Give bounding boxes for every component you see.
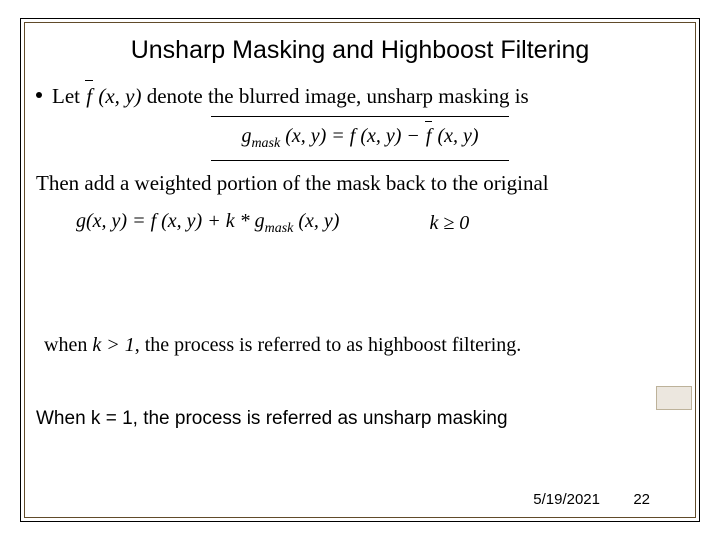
let-prefix: Let — [52, 84, 85, 108]
equation-2: g(x, y) = f (x, y) + k * gmask (x, y) — [76, 208, 339, 239]
highboost-note: when k > 1, the process is referred to a… — [44, 334, 521, 357]
decorative-box — [656, 386, 692, 410]
let-suffix: denote the blurred image, unsharp maskin… — [147, 84, 529, 108]
hb-suffix: , the process is referred to as highboos… — [135, 334, 522, 356]
eq2-lhs: g(x, y) = f (x, y) + k * g — [76, 210, 265, 232]
hb-k: k > 1 — [92, 334, 134, 356]
let-args: (x, y) — [93, 84, 141, 108]
unsharp-note: When k = 1, the process is referred as u… — [36, 408, 508, 430]
eq1-mid: (x, y) = f (x, y) − — [280, 125, 425, 147]
footer-date: 5/19/2021 — [533, 491, 600, 508]
then-line: Then add a weighted portion of the mask … — [36, 169, 684, 197]
eq1-tail: (x, y) — [432, 125, 478, 147]
bullet-line-1: Let f (x, y) denote the blurred image, u… — [36, 82, 684, 110]
eq1-sub: mask — [251, 136, 280, 151]
bullet-dot-icon — [36, 92, 42, 98]
slide-body: Let f (x, y) denote the blurred image, u… — [36, 82, 684, 268]
equation-1: gmask (x, y) = f (x, y) − f (x, y) — [211, 116, 508, 161]
hb-prefix: when — [44, 334, 92, 356]
equation-1-wrap: gmask (x, y) = f (x, y) − f (x, y) — [36, 116, 684, 161]
eq1-g: g — [241, 125, 251, 147]
footer-page-number: 22 — [633, 491, 650, 508]
slide-title: Unsharp Masking and Highboost Filtering — [0, 36, 720, 65]
eq1-fbar: f — [425, 123, 433, 150]
line-1-text: Let f (x, y) denote the blurred image, u… — [52, 82, 529, 110]
slide: Unsharp Masking and Highboost Filtering … — [0, 0, 720, 540]
f-bar-symbol: f — [85, 82, 93, 110]
eq2-sub: mask — [265, 221, 294, 236]
k-condition: k ≥ 0 — [429, 210, 469, 237]
equation-2-row: g(x, y) = f (x, y) + k * gmask (x, y) k … — [76, 208, 684, 239]
eq2-tail: (x, y) — [293, 210, 339, 232]
